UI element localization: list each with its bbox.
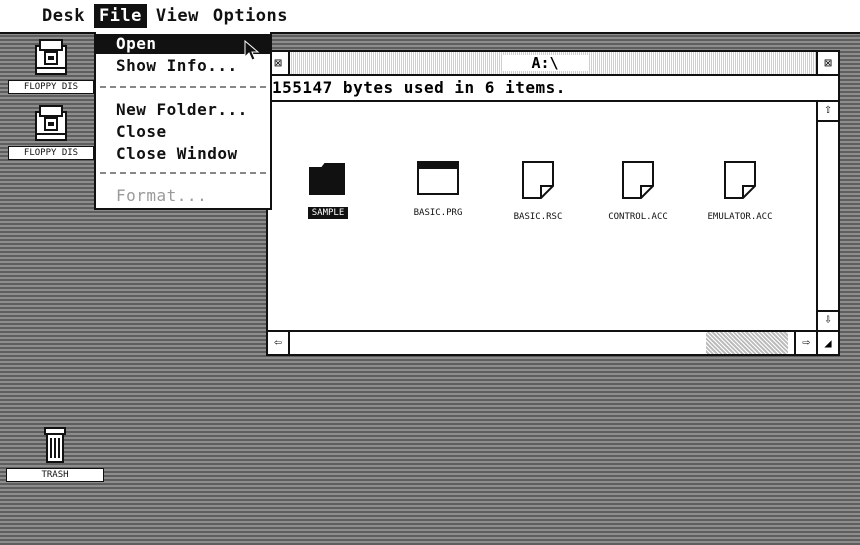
window-info-line: 155147 bytes used in 6 items. — [268, 76, 838, 102]
menu-separator — [100, 86, 266, 88]
file-item-control-acc[interactable]: CONTROL.ACC — [588, 160, 688, 223]
horizontal-scroll-thumb[interactable] — [706, 332, 788, 354]
program-icon — [417, 161, 459, 195]
floppy-drive-icon — [35, 39, 67, 75]
desktop-icon-label: TRASH — [6, 468, 104, 482]
menu-options[interactable]: Options — [208, 4, 293, 28]
window-title-bar[interactable]: ⊠ A:\ ⊠ — [268, 52, 838, 76]
document-icon — [522, 161, 554, 199]
window-title: A:\ — [502, 55, 588, 71]
file-label: SAMPLE — [307, 207, 349, 219]
desktop-icon-floppy-b[interactable]: FLOPPY DIS — [8, 104, 94, 160]
floppy-drive-icon — [35, 105, 67, 141]
file-label: EMULATOR.ACC — [707, 212, 773, 222]
trash-icon — [44, 427, 66, 463]
file-item-basic-rsc[interactable]: BASIC.RSC — [488, 160, 588, 223]
menu-bar: Desk File View Options — [0, 0, 860, 34]
full-box-icon[interactable]: ⊠ — [816, 52, 838, 74]
scroll-up-arrow-icon[interactable]: ⇧ — [818, 102, 838, 122]
menu-file[interactable]: File — [93, 4, 147, 28]
menu-separator — [100, 172, 266, 174]
file-label: CONTROL.ACC — [608, 212, 668, 222]
menu-item-close-window[interactable]: Close Window — [96, 144, 270, 164]
document-icon — [724, 161, 756, 199]
file-label: BASIC.RSC — [513, 212, 563, 222]
scroll-left-arrow-icon[interactable]: ⇦ — [268, 332, 290, 354]
file-label: BASIC.PRG — [413, 208, 463, 218]
window-drive-a: ⊠ A:\ ⊠ 155147 bytes used in 6 items. SA… — [266, 50, 840, 356]
desktop-icon-floppy-a[interactable]: FLOPPY DIS — [8, 38, 94, 94]
horizontal-scrollbar[interactable]: ⇦ ⇨ ◢ — [268, 330, 838, 354]
file-item-emulator-acc[interactable]: EMULATOR.ACC — [690, 160, 790, 223]
menu-desk[interactable]: Desk — [37, 4, 90, 28]
file-item-basic-prg[interactable]: BASIC.PRG — [388, 160, 488, 219]
resize-box-icon[interactable]: ◢ — [816, 332, 838, 354]
desktop-icon-trash[interactable]: TRASH — [6, 426, 104, 482]
desktop-icon-label: FLOPPY DIS — [8, 80, 94, 94]
document-icon — [622, 161, 654, 199]
window-content: SAMPLE BASIC.PRG BASIC.RSC CONTROL.ACC E… — [268, 102, 816, 330]
menu-item-close[interactable]: Close — [96, 122, 270, 142]
menu-item-format: Format... — [116, 186, 208, 205]
scroll-down-arrow-icon[interactable]: ⇩ — [818, 310, 838, 330]
file-item-sample[interactable]: SAMPLE — [278, 160, 378, 219]
folder-icon — [309, 163, 345, 195]
mouse-pointer-icon — [244, 40, 260, 61]
scroll-right-arrow-icon[interactable]: ⇨ — [794, 332, 816, 354]
desktop-icon-label: FLOPPY DIS — [8, 146, 94, 160]
menu-item-new-folder[interactable]: New Folder... — [96, 100, 270, 120]
menu-view[interactable]: View — [151, 4, 204, 28]
vertical-scrollbar[interactable]: ⇧ ⇩ — [816, 102, 838, 330]
